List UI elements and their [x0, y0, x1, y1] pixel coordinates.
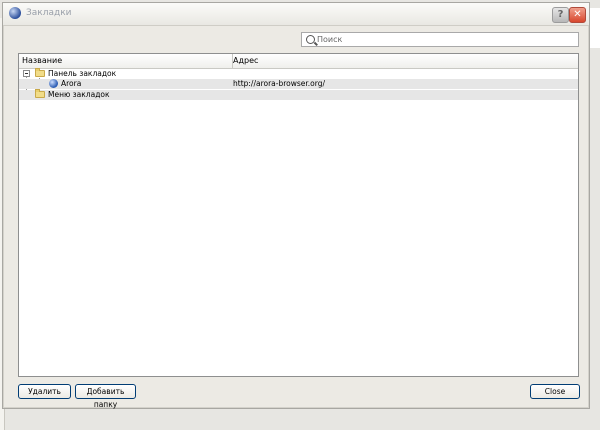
arora-globe-icon: [9, 7, 21, 19]
tree-row-menu-folder[interactable]: Меню закладок: [19, 89, 578, 100]
close-window-button[interactable]: ✕: [569, 7, 586, 23]
column-header-address[interactable]: Адрес: [230, 54, 573, 68]
bookmark-url: http://arora-browser.org/: [233, 79, 325, 88]
folder-icon: [35, 68, 45, 77]
window-title: Закладки: [26, 8, 72, 18]
bookmark-name: Arora: [61, 79, 82, 88]
search-icon: [306, 35, 315, 44]
tree-header: Название Адрес: [19, 54, 578, 69]
bookmarks-tree[interactable]: Название Адрес Панель закладок Arora htt…: [18, 53, 579, 377]
folder-icon: [35, 89, 45, 98]
collapse-toggle[interactable]: [23, 70, 30, 77]
close-button[interactable]: Close: [530, 384, 580, 399]
title-bar[interactable]: Закладки ? ✕: [3, 3, 589, 26]
help-button[interactable]: ?: [552, 7, 569, 23]
delete-button[interactable]: Удалить: [18, 384, 71, 399]
folder-label: Меню закладок: [48, 90, 110, 99]
globe-icon: [49, 79, 58, 88]
tree-row-bookmark[interactable]: Arora http://arora-browser.org/: [19, 79, 578, 89]
search-box[interactable]: [301, 32, 579, 47]
column-header-name[interactable]: Название: [19, 54, 233, 68]
folder-label: Панель закладок: [48, 69, 117, 78]
background-window-edge-right: [589, 8, 600, 48]
search-input[interactable]: [317, 33, 573, 46]
tree-row-toolbar-folder[interactable]: Панель закладок: [19, 68, 578, 79]
add-folder-button[interactable]: Добавить папку: [75, 384, 136, 409]
bookmarks-dialog: Закладки ? ✕ Название Адрес Панель закла…: [2, 2, 590, 409]
